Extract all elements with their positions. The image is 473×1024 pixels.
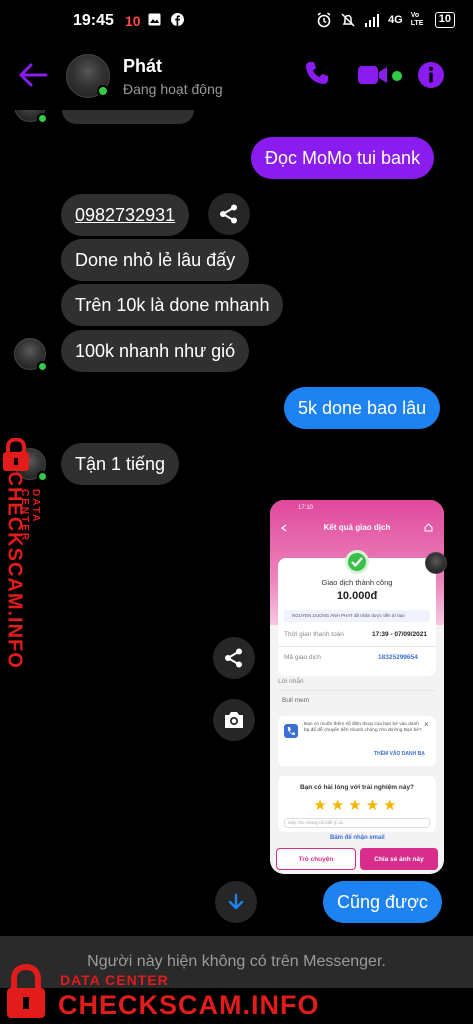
- share-icon: [225, 648, 242, 668]
- camera-icon: [225, 712, 243, 728]
- receipt-title: Kết quả giao dịch: [323, 523, 391, 532]
- read-receipt-avatar: [425, 552, 447, 574]
- status-bar: 19:45 10 4G Vo LTE 10: [0, 0, 473, 40]
- back-arrow-icon[interactable]: [18, 62, 48, 88]
- receipt-card: Giao dịch thành công 10.000đ NGUYEN DUON…: [278, 550, 436, 676]
- rating-stars[interactable]: ★★★★★: [270, 796, 444, 814]
- phone-call-icon[interactable]: [304, 60, 330, 86]
- contacts-icon: [284, 724, 298, 738]
- contact-status: Đang hoạt động: [123, 81, 223, 97]
- scroll-down-button[interactable]: [215, 881, 257, 923]
- watermark-label: DATA CENTER: [60, 972, 169, 988]
- receipt-result: Giao dịch thành công: [321, 578, 393, 587]
- video-call-icon[interactable]: [358, 65, 388, 85]
- chat-header: Phát Đang hoạt động: [0, 40, 473, 110]
- notification-count: 10: [125, 13, 141, 29]
- message-outgoing[interactable]: Đọc MoMo tui bank: [251, 137, 435, 179]
- battery-indicator: 10: [434, 12, 455, 28]
- unavailable-notice: Người này hiện không có trên Messenger.: [87, 953, 386, 970]
- message-incoming[interactable]: Done nhỏ lẻ lâu đấy: [61, 239, 250, 281]
- volte-indicator: Vo LTE: [410, 12, 424, 27]
- home-icon: [424, 523, 433, 532]
- info-icon[interactable]: [418, 62, 444, 88]
- back-arrow-icon: [281, 524, 287, 532]
- message-incoming[interactable]: Trên 10k là done mhanh: [61, 284, 284, 326]
- online-indicator: [37, 471, 48, 482]
- success-check-icon: [345, 550, 369, 574]
- signal-icon: [365, 14, 380, 27]
- save-image-button[interactable]: [213, 699, 255, 741]
- arrow-down-icon: [228, 893, 244, 910]
- facebook-icon: [171, 13, 184, 26]
- mute-icon: [341, 13, 355, 27]
- online-indicator: [97, 85, 109, 97]
- alarm-icon: [317, 12, 331, 28]
- share-button[interactable]: [208, 193, 250, 235]
- receipt-notice: NGUYEN DUONG ANH PHAT đã nhận được tiền …: [292, 613, 405, 618]
- message-incoming[interactable]: 100k nhanh như gió: [61, 330, 250, 372]
- message-phone-link[interactable]: 0982732931: [61, 194, 190, 236]
- share-icon: [220, 204, 237, 224]
- network-type: 4G: [388, 14, 403, 26]
- online-indicator: [37, 361, 48, 372]
- watermark-brand-vertical: CHECKSCAM.INFO: [3, 471, 26, 669]
- lock-icon: [7, 964, 45, 1018]
- shared-image-momo-receipt[interactable]: 17:10 Kết quả giao dịch Giao dịch thành …: [270, 500, 444, 874]
- lock-icon: [3, 438, 29, 471]
- online-indicator: [37, 113, 48, 124]
- message-incoming[interactable]: Tận 1 tiếng: [61, 443, 180, 485]
- share-button[interactable]: [213, 637, 255, 679]
- receipt-amount: 10.000đ: [336, 590, 378, 602]
- message-outgoing[interactable]: Cũng được: [323, 881, 442, 923]
- contact-name[interactable]: Phát: [123, 56, 162, 77]
- watermark-brand: CHECKSCAM.INFO: [58, 990, 320, 1020]
- close-icon[interactable]: ×: [424, 720, 429, 729]
- status-time: 19:45: [73, 12, 114, 29]
- message-outgoing[interactable]: 5k done bao lâu: [284, 387, 441, 429]
- image-icon: [148, 13, 161, 26]
- video-active-dot: [392, 71, 402, 81]
